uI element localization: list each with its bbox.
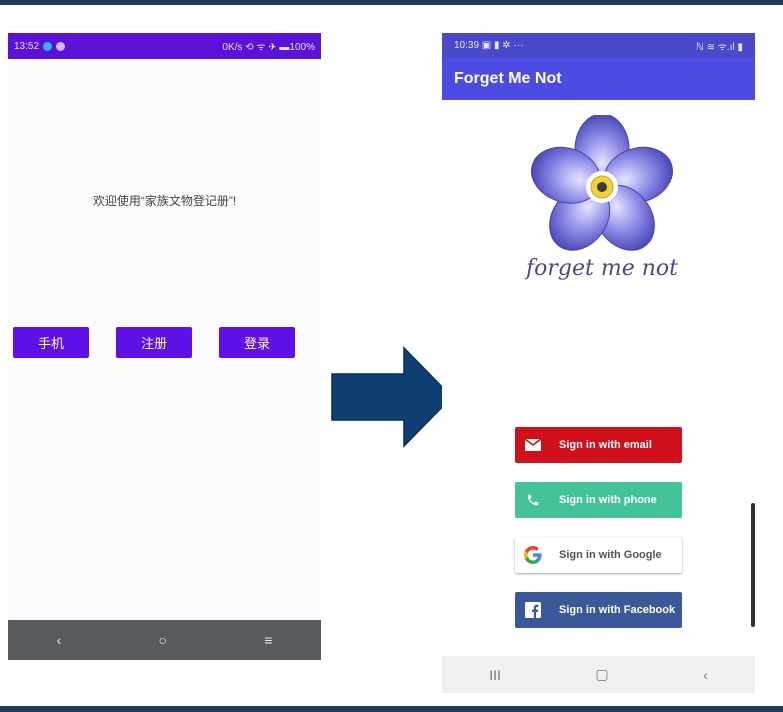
right-status-indicators: ℕ ≋ ᯤ.ıl ▮ (695, 41, 743, 53)
back-nav-button-right[interactable]: ‹ (703, 667, 708, 683)
sign-in-phone-button[interactable]: Sign in with phone (515, 482, 682, 518)
sign-in-email-label: Sign in with email (559, 439, 652, 451)
right-arrow-icon (331, 346, 454, 448)
right-status-bar: 10:39 ▣ ▮ ✲ ··· ℕ ≋ ᯤ.ıl ▮ (442, 33, 755, 58)
notification-icon (43, 41, 53, 51)
phone-button[interactable]: 手机 (13, 327, 89, 358)
home-nav-button-right[interactable]: ▢ (595, 666, 608, 683)
sign-in-phone-label: Sign in with phone (559, 494, 657, 506)
app-bar: Forget Me Not (442, 58, 755, 100)
facebook-icon (524, 601, 542, 619)
right-phone-screen: 10:39 ▣ ▮ ✲ ··· ℕ ≋ ᯤ.ıl ▮ Forget Me Not… (442, 33, 755, 693)
left-phone-screen: 13:52 0K/s ⟲ ᯤ ✈ ▬100% 欢迎使用“家族文物登记册”! 手机… (8, 33, 321, 660)
menu-nav-button[interactable]: ≡ (264, 632, 272, 648)
app-title: Forget Me Not (454, 70, 562, 87)
register-button[interactable]: 注册 (116, 327, 192, 358)
login-button[interactable]: 登录 (219, 327, 295, 358)
sign-in-google-label: Sign in with Google (559, 549, 662, 561)
google-icon (524, 546, 542, 564)
left-navigation-bar: ‹ ○ ≡ (8, 620, 321, 660)
scroll-handle[interactable] (751, 503, 755, 627)
sign-in-facebook-button[interactable]: Sign in with Facebook (515, 592, 682, 628)
right-navigation-bar: III ▢ ‹ (442, 656, 755, 693)
logo-text: forget me not (524, 256, 678, 281)
right-status-time: 10:39 ▣ ▮ ✲ ··· (454, 40, 524, 51)
back-nav-button[interactable]: ‹ (57, 632, 62, 648)
welcome-text: 欢迎使用“家族文物登记册”! (92, 194, 237, 208)
email-icon (524, 436, 542, 454)
sign-in-google-button[interactable]: Sign in with Google (515, 537, 682, 573)
frame-bottom-border (0, 706, 783, 712)
forget-me-not-logo: forget me not (524, 115, 678, 281)
phone-icon (524, 491, 542, 509)
left-status-bar: 13:52 0K/s ⟲ ᯤ ✈ ▬100% (8, 33, 321, 59)
frame-top-border (0, 0, 783, 5)
sign-in-email-button[interactable]: Sign in with email (515, 427, 682, 463)
left-status-indicators: 0K/s ⟲ ᯤ ✈ ▬100% (222, 42, 315, 53)
recent-apps-button[interactable]: III (489, 667, 501, 683)
left-status-time: 13:52 (14, 40, 40, 52)
home-nav-button[interactable]: ○ (159, 632, 167, 648)
sign-in-facebook-label: Sign in with Facebook (559, 604, 676, 616)
notification-icon-2 (56, 41, 66, 51)
